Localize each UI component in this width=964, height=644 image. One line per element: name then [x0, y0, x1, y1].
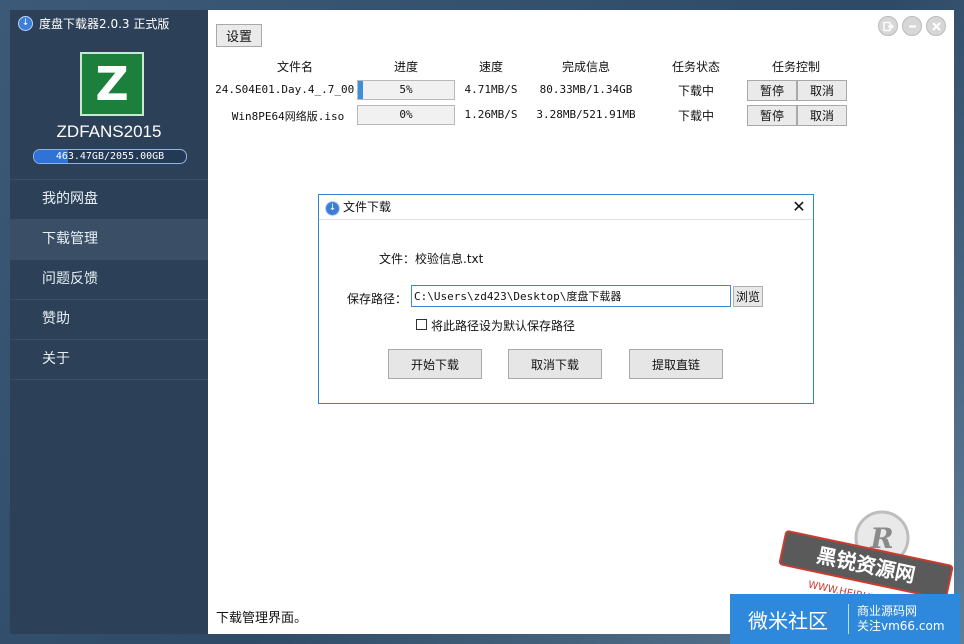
- watermark-stamp: R 黑锐资源网 WWW.HEIRUI: [778, 510, 954, 598]
- column-header-completion: 完成信息: [561, 60, 610, 74]
- row-2-progress-text: 0%: [399, 108, 413, 121]
- column-header-progress: 进度: [393, 60, 418, 74]
- sidebar-item-about[interactable]: 关于: [10, 339, 208, 380]
- watermark-line-1: 商业源码网: [857, 604, 918, 618]
- dialog-path-label: 保存路径：: [347, 292, 408, 306]
- column-header-filename: 文件名: [276, 60, 313, 74]
- row-1-status: 下载中: [677, 84, 714, 98]
- logo-letter: Z: [95, 57, 129, 111]
- dialog-title: 文件下载: [343, 200, 392, 214]
- row-2-progress-bar: 0%: [357, 105, 455, 125]
- settings-button[interactable]: 设置: [216, 24, 262, 47]
- sidebar: ↓ 度盘下载器2.0.3 正式版 Z ZDFANS2015 463.47GB/2…: [10, 10, 208, 634]
- sidebar-item-feedback[interactable]: 问题反馈: [10, 259, 208, 299]
- column-header-control: 任务控制: [771, 60, 820, 74]
- row-1-pause-button[interactable]: 暂停: [747, 80, 797, 101]
- watermark-line-2: 关注vm66.com: [857, 619, 945, 633]
- watermark-panel: 微米社区 商业源码网 关注vm66.com: [730, 594, 960, 644]
- sidebar-item-sponsor[interactable]: 赞助: [10, 299, 208, 339]
- row-2-status: 下载中: [677, 109, 714, 123]
- exit-icon[interactable]: [878, 16, 898, 36]
- minimize-icon[interactable]: [902, 16, 922, 36]
- row-1-speed: 4.71MB/S: [464, 83, 518, 96]
- row-1-progress-text: 5%: [399, 83, 413, 96]
- watermark-panel-left: 微米社区: [748, 608, 828, 633]
- row-1-progress-bar: 5%: [357, 80, 455, 100]
- row-2-cancel-button[interactable]: 取消: [797, 105, 847, 126]
- row-1-completion: 80.33MB/1.34GB: [539, 83, 633, 96]
- save-path-input[interactable]: [411, 285, 731, 307]
- column-header-speed: 速度: [478, 60, 503, 74]
- app-title: 度盘下载器2.0.3 正式版: [39, 16, 170, 31]
- row-1-filename: 24.S04E01.Day.4_.7_00.: [215, 83, 361, 96]
- watermark-panel-right: 商业源码网 关注vm66.com: [857, 604, 945, 634]
- status-bar-text: 下载管理界面。: [216, 611, 308, 626]
- sidebar-item-my-disk[interactable]: 我的网盘: [10, 179, 208, 219]
- download-arrow-icon: ↓: [325, 201, 340, 216]
- row-1-cancel-button[interactable]: 取消: [797, 80, 847, 101]
- dialog-title-bar: ↓ 文件下载 ✕: [319, 195, 813, 220]
- close-icon[interactable]: [926, 16, 946, 36]
- username: ZDFANS2015: [56, 122, 162, 141]
- download-arrow-icon: ↓: [18, 15, 33, 31]
- dialog-close-icon[interactable]: ✕: [789, 197, 809, 217]
- extract-link-button[interactable]: 提取直链: [629, 349, 723, 379]
- file-download-dialog: ↓ 文件下载 ✕ 文件：校验信息.txt 保存路径： 浏览 将此路径设为默认保存…: [318, 194, 814, 404]
- sidebar-item-download-manager[interactable]: 下载管理: [10, 219, 208, 259]
- row-2-speed: 1.26MB/S: [464, 108, 518, 121]
- browse-button[interactable]: 浏览: [733, 286, 763, 307]
- storage-quota-bar: 463.47GB/2055.00GB: [33, 149, 187, 164]
- column-header-status: 任务状态: [671, 60, 720, 74]
- start-download-button[interactable]: 开始下载: [388, 349, 482, 379]
- default-path-checkbox[interactable]: [416, 319, 427, 330]
- row-2-pause-button[interactable]: 暂停: [747, 105, 797, 126]
- storage-quota-text: 463.47GB/2055.00GB: [55, 151, 165, 162]
- title-bar: ↓ 度盘下载器2.0.3 正式版: [18, 14, 169, 32]
- row-2-filename: Win8PE64网络版.iso: [231, 110, 345, 123]
- sidebar-nav: 我的网盘 下载管理 问题反馈 赞助 关于: [10, 179, 208, 380]
- watermark-divider: [848, 604, 849, 634]
- cancel-download-button[interactable]: 取消下载: [508, 349, 602, 379]
- default-path-checkbox-label[interactable]: 将此路径设为默认保存路径: [431, 317, 575, 334]
- dialog-file-label: 文件：校验信息.txt: [379, 252, 484, 266]
- app-logo: Z: [80, 52, 144, 116]
- row-2-completion: 3.28MB/521.91MB: [536, 108, 636, 121]
